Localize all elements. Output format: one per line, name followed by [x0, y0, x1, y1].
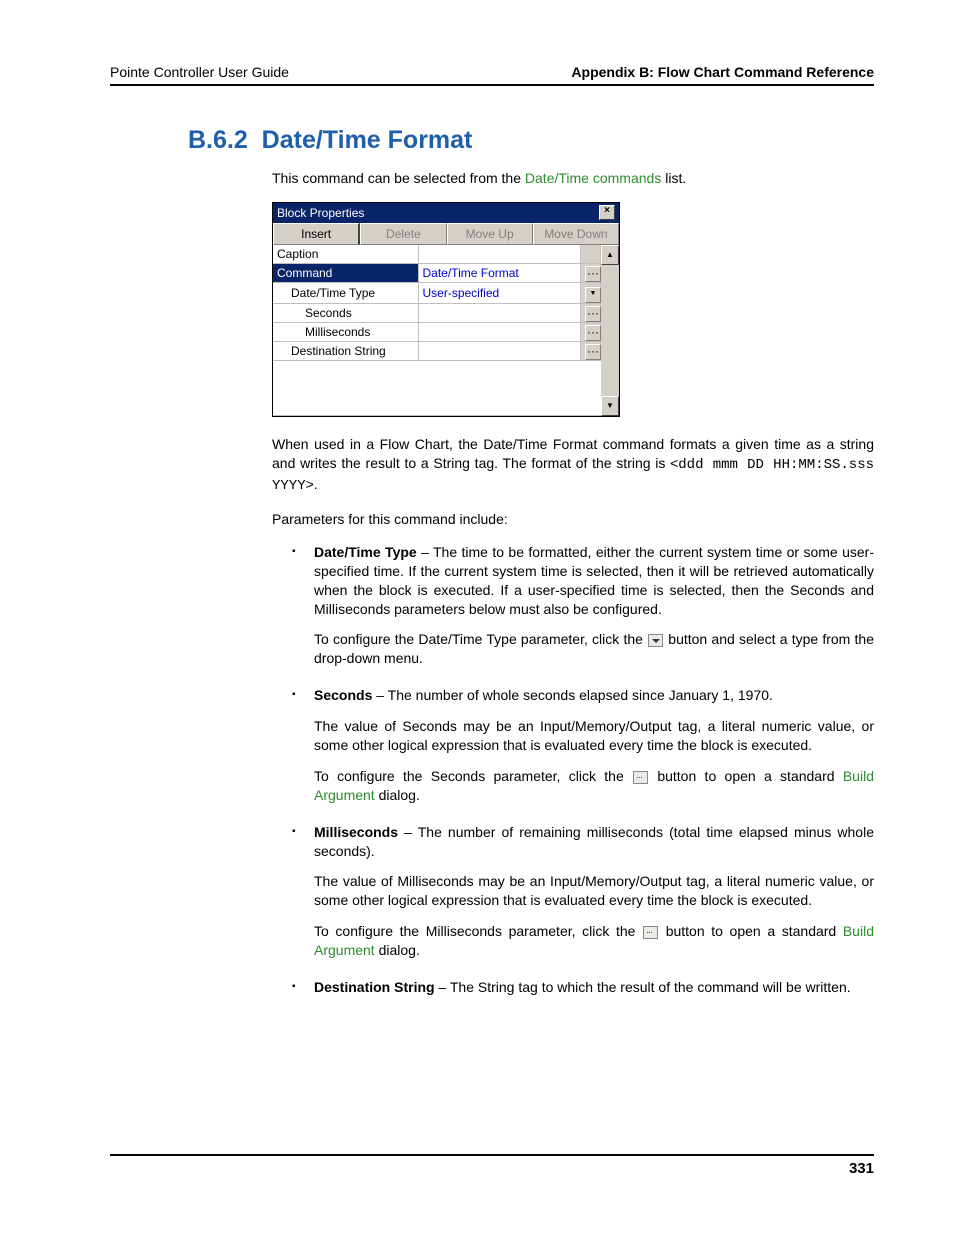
- param-milliseconds: Milliseconds – The number of remaining m…: [292, 823, 874, 960]
- insert-button[interactable]: Insert: [273, 223, 360, 245]
- parameter-list: Date/Time Type – The time to be formatte…: [292, 543, 874, 997]
- row-caption: Caption: [273, 245, 601, 264]
- page-footer: 331: [110, 1154, 874, 1177]
- param-sub: The value of Milliseconds may be an Inpu…: [314, 872, 874, 910]
- delete-button: Delete: [360, 223, 446, 245]
- param-sub: The value of Seconds may be an Input/Mem…: [314, 717, 874, 755]
- close-icon[interactable]: ×: [599, 205, 615, 220]
- datetime-commands-link[interactable]: Date/Time commands: [525, 170, 661, 186]
- param-name: Destination String: [314, 979, 435, 995]
- param-sub: To configure the Date/Time Type paramete…: [314, 630, 874, 668]
- seconds-ellipsis-button[interactable]: ···: [581, 304, 601, 323]
- caption-value[interactable]: [418, 245, 581, 264]
- param-sub: To configure the Milliseconds parameter,…: [314, 922, 874, 960]
- command-value[interactable]: Date/Time Format: [418, 264, 581, 283]
- milliseconds-label: Milliseconds: [273, 323, 418, 342]
- parameters-intro: Parameters for this command include:: [272, 510, 874, 529]
- param-sub: To configure the Seconds parameter, clic…: [314, 767, 874, 805]
- param-name: Date/Time Type: [314, 544, 417, 560]
- dialog-toolbar: Insert Delete Move Up Move Down: [273, 223, 619, 245]
- datetime-type-label: Date/Time Type: [273, 283, 418, 304]
- section-number: B.6.2: [188, 126, 248, 154]
- scroll-down-icon[interactable]: ▼: [601, 396, 619, 416]
- dialog-grid: Caption Command Date/Time Format ··· Dat…: [273, 245, 619, 416]
- movedown-button: Move Down: [533, 223, 619, 245]
- block-properties-dialog: Block Properties × Insert Delete Move Up…: [272, 202, 620, 417]
- dropdown-icon: [648, 634, 663, 647]
- page-number: 331: [849, 1160, 874, 1177]
- milliseconds-value[interactable]: [418, 323, 581, 342]
- row-command: Command Date/Time Format ···: [273, 264, 601, 283]
- row-datetime-type: Date/Time Type User-specified ▼: [273, 283, 601, 304]
- ellipsis-icon: [633, 771, 648, 784]
- row-milliseconds: Milliseconds ···: [273, 323, 601, 342]
- destination-ellipsis-button[interactable]: ···: [581, 342, 601, 361]
- param-seconds: Seconds – The number of whole seconds el…: [292, 686, 874, 804]
- dialog-title-text: Block Properties: [277, 205, 364, 221]
- intro-paragraph: This command can be selected from the Da…: [272, 169, 874, 188]
- destination-label: Destination String: [273, 342, 418, 361]
- description-paragraph: When used in a Flow Chart, the Date/Time…: [272, 435, 874, 496]
- param-datetime-type: Date/Time Type – The time to be formatte…: [292, 543, 874, 668]
- section-title-text: Date/Time Format: [262, 126, 473, 154]
- row-seconds: Seconds ···: [273, 304, 601, 323]
- section-heading: B.6.2 Date/Time Format: [188, 126, 874, 155]
- header-right: Appendix B: Flow Chart Command Reference: [571, 64, 874, 80]
- row-empty: [273, 361, 601, 416]
- moveup-button: Move Up: [447, 223, 533, 245]
- param-destination-string: Destination String – The String tag to w…: [292, 978, 874, 997]
- milliseconds-ellipsis-button[interactable]: ···: [581, 323, 601, 342]
- property-table: Caption Command Date/Time Format ··· Dat…: [273, 245, 601, 416]
- caption-label: Caption: [273, 245, 418, 264]
- ellipsis-icon: [643, 926, 658, 939]
- command-ellipsis-button[interactable]: ···: [581, 264, 601, 283]
- header-left: Pointe Controller User Guide: [110, 64, 289, 80]
- caption-blank-btn: [581, 245, 601, 264]
- dialog-titlebar: Block Properties ×: [273, 203, 619, 223]
- seconds-value[interactable]: [418, 304, 581, 323]
- footer-rule: [110, 1154, 874, 1156]
- param-name: Seconds: [314, 687, 372, 703]
- header-rule: [110, 84, 874, 86]
- command-label: Command: [273, 264, 418, 283]
- destination-value[interactable]: [418, 342, 581, 361]
- seconds-label: Seconds: [273, 304, 418, 323]
- param-name: Milliseconds: [314, 824, 398, 840]
- scroll-up-icon[interactable]: ▲: [601, 245, 619, 265]
- row-destination: Destination String ···: [273, 342, 601, 361]
- page-header: Pointe Controller User Guide Appendix B:…: [110, 64, 874, 80]
- dialog-scrollbar[interactable]: ▲ ▼: [601, 245, 619, 416]
- datetime-type-dropdown-button[interactable]: ▼: [581, 283, 601, 304]
- datetime-type-value[interactable]: User-specified: [418, 283, 581, 304]
